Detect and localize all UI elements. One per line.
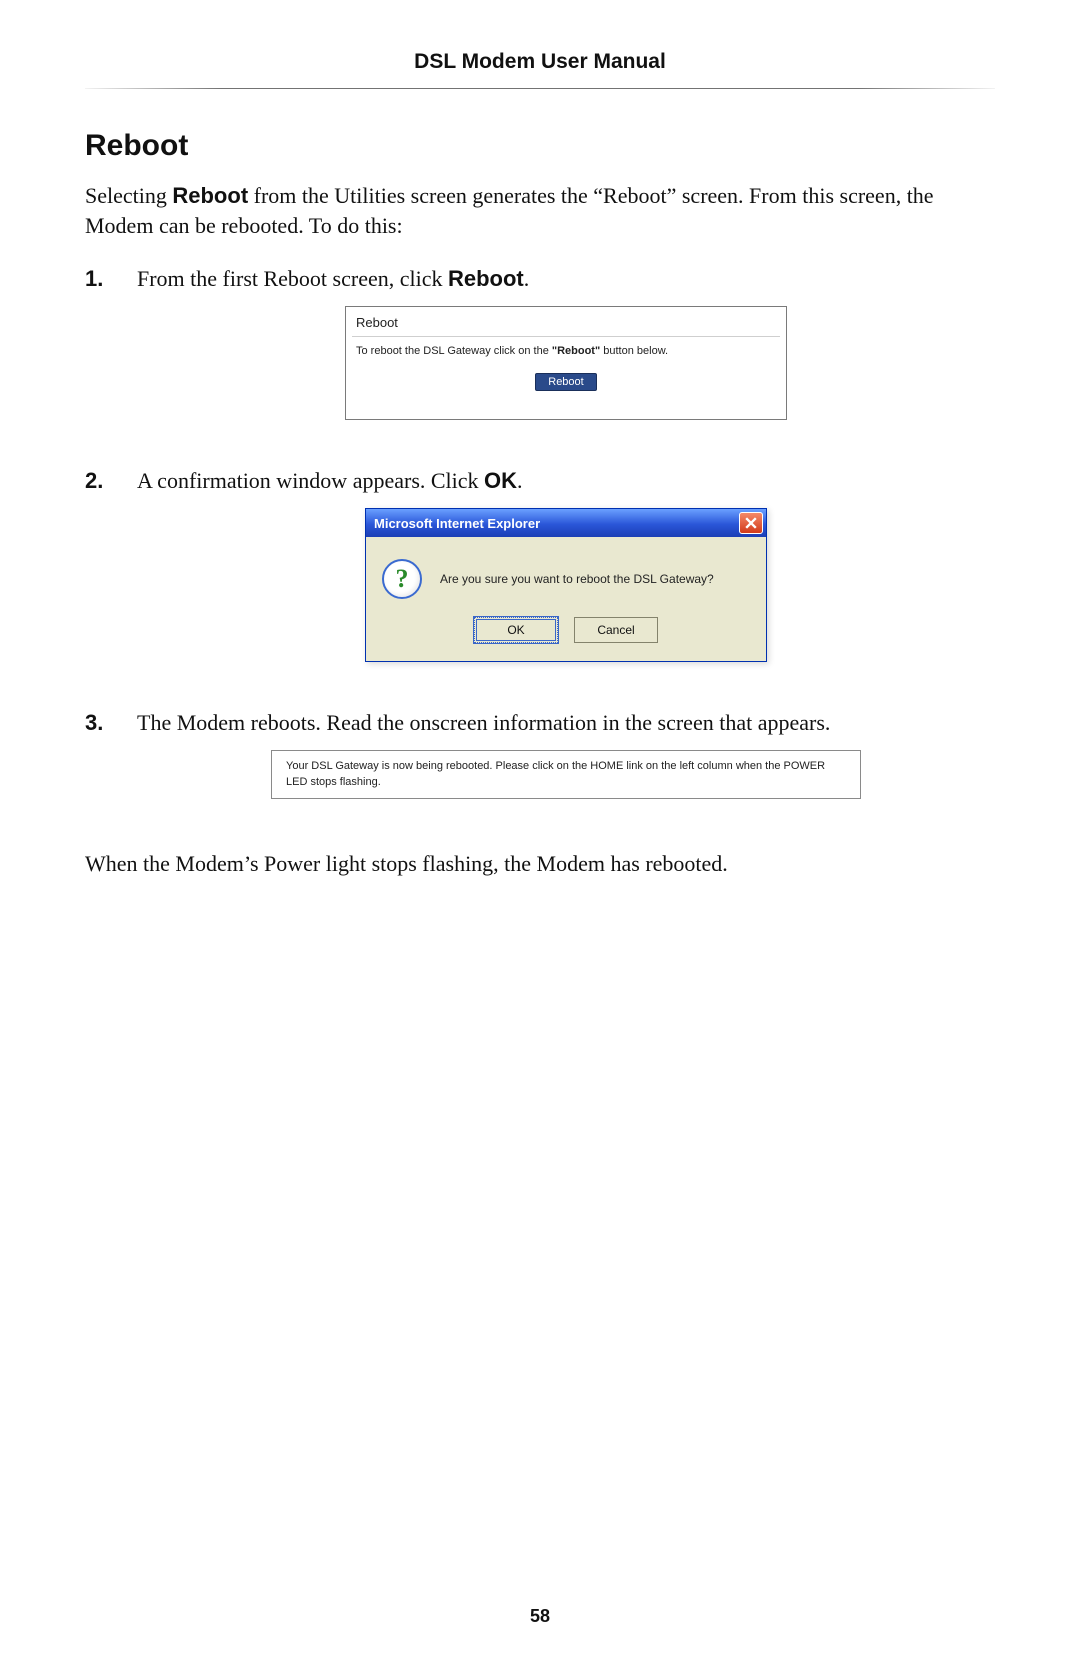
- figure-reboot-panel: Reboot To reboot the DSL Gateway click o…: [137, 306, 995, 420]
- step-text: .: [524, 266, 530, 291]
- dialog-body: ? Are you sure you want to reboot the DS…: [366, 537, 766, 617]
- step-bold: OK: [484, 468, 517, 493]
- step-body: From the first Reboot screen, click Rebo…: [137, 266, 995, 446]
- instr-text: To reboot the DSL Gateway click on the: [356, 345, 552, 357]
- step-body: A confirmation window appears. Click OK.…: [137, 468, 995, 688]
- instr-text: button below.: [600, 345, 668, 357]
- page-number: 58: [0, 1606, 1080, 1627]
- dialog-button-row: OK Cancel: [366, 617, 766, 661]
- reboot-button-wrap: Reboot: [356, 373, 776, 391]
- reboot-button[interactable]: Reboot: [535, 373, 596, 391]
- status-text: Your DSL Gateway is now being rebooted. …: [286, 760, 825, 787]
- figure-confirm-dialog: Microsoft Internet Explorer ? Are you su…: [137, 508, 995, 662]
- dialog-message: Are you sure you want to reboot the DSL …: [440, 572, 714, 586]
- reboot-panel-instruction: To reboot the DSL Gateway click on the "…: [356, 345, 776, 357]
- confirm-dialog: Microsoft Internet Explorer ? Are you su…: [365, 508, 767, 662]
- step-3: 3. The Modem reboots. Read the onscreen …: [85, 710, 995, 825]
- step-list: 1. From the first Reboot screen, click R…: [85, 266, 995, 825]
- section-heading: Reboot: [85, 129, 995, 163]
- step-text: From the first Reboot screen, click: [137, 266, 448, 291]
- header-rule: [85, 88, 995, 89]
- step-number: 2.: [85, 468, 113, 688]
- figure-status-panel: Your DSL Gateway is now being rebooted. …: [137, 750, 995, 799]
- step-bold: Reboot: [448, 266, 524, 291]
- close-icon[interactable]: [739, 512, 763, 534]
- reboot-panel-title: Reboot: [356, 315, 776, 330]
- divider: [352, 336, 780, 337]
- reboot-panel: Reboot To reboot the DSL Gateway click o…: [345, 306, 787, 420]
- intro-text: Selecting: [85, 183, 172, 208]
- step-text: The Modem reboots. Read the onscreen inf…: [137, 710, 830, 735]
- status-panel: Your DSL Gateway is now being rebooted. …: [271, 750, 861, 799]
- dialog-titlebar: Microsoft Internet Explorer: [366, 509, 766, 537]
- step-number: 1.: [85, 266, 113, 446]
- intro-paragraph: Selecting Reboot from the Utilities scre…: [85, 181, 995, 240]
- step-text: A confirmation window appears. Click: [137, 468, 484, 493]
- dialog-title: Microsoft Internet Explorer: [374, 516, 540, 531]
- step-body: The Modem reboots. Read the onscreen inf…: [137, 710, 995, 825]
- step-number: 3.: [85, 710, 113, 825]
- step-1: 1. From the first Reboot screen, click R…: [85, 266, 995, 446]
- step-text: .: [517, 468, 523, 493]
- page-header-title: DSL Modem User Manual: [85, 50, 995, 74]
- closing-paragraph: When the Modem’s Power light stops flash…: [85, 851, 995, 877]
- instr-bold: "Reboot": [552, 345, 600, 357]
- manual-page: DSL Modem User Manual Reboot Selecting R…: [0, 0, 1080, 1667]
- intro-bold: Reboot: [172, 183, 248, 208]
- cancel-button[interactable]: Cancel: [574, 617, 658, 643]
- step-2: 2. A confirmation window appears. Click …: [85, 468, 995, 688]
- question-icon: ?: [382, 559, 422, 599]
- ok-button[interactable]: OK: [474, 617, 558, 643]
